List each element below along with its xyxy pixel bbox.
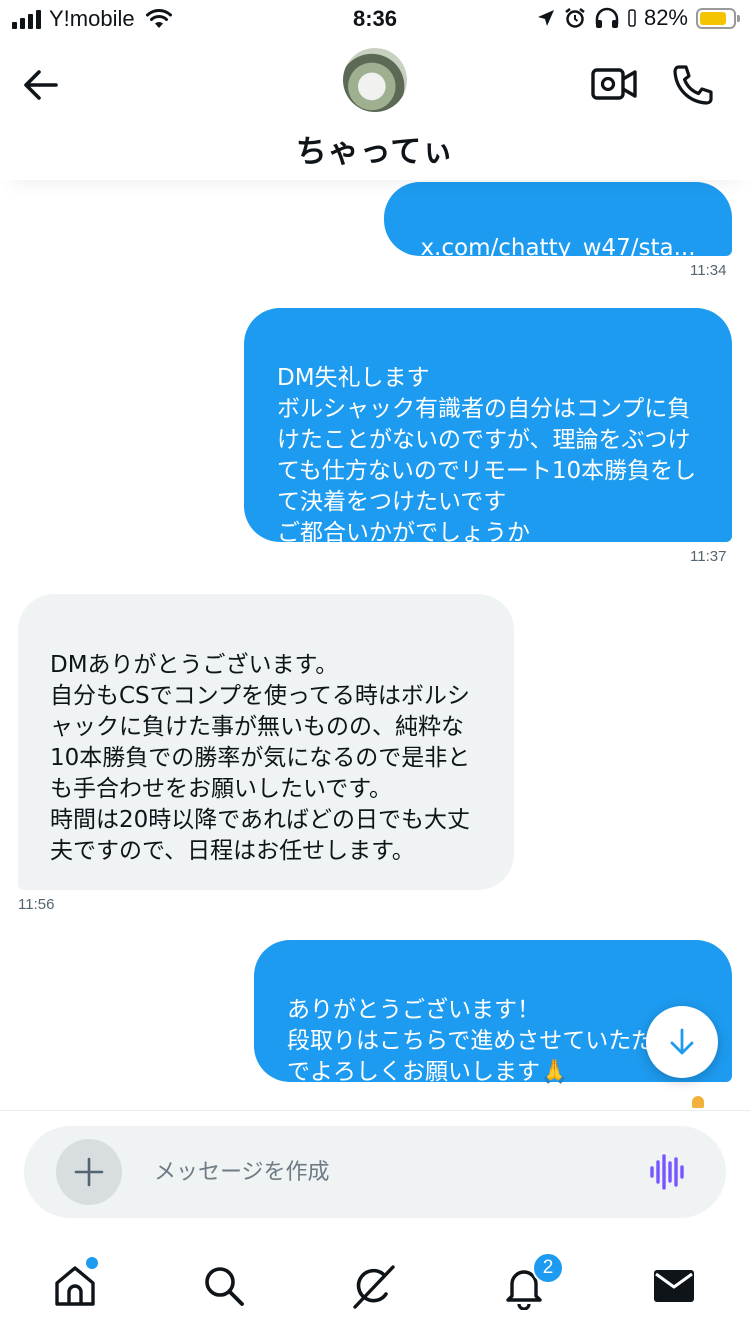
message-text: DM失礼します ボルシャック有識者の自分はコンプに負けたことがないのですが、理論… xyxy=(277,365,697,546)
location-arrow-icon xyxy=(537,10,554,26)
tab-search[interactable] xyxy=(196,1258,252,1314)
phone-icon[interactable] xyxy=(670,62,716,108)
message-input[interactable] xyxy=(154,1154,624,1190)
battery-percent: 82% xyxy=(643,5,688,30)
charging-indicator-icon xyxy=(628,9,636,27)
home-unread-dot xyxy=(84,1255,100,1271)
plus-icon xyxy=(74,1157,104,1187)
message-link[interactable]: x.com/chatty_w47/sta... xyxy=(420,235,695,261)
battery-icon xyxy=(696,7,740,29)
contact-name[interactable]: ちゃってぃ xyxy=(0,126,750,171)
avatar[interactable] xyxy=(343,48,407,112)
message-bubble-outgoing[interactable]: DM失礼します ボルシャック有識者の自分はコンプに負けたことがないのですが、理論… xyxy=(244,308,732,546)
scroll-to-bottom-button[interactable] xyxy=(646,1006,718,1078)
status-bar: Y!mobile 8:36 82% xyxy=(0,0,750,40)
bottom-tab-bar xyxy=(0,1240,750,1334)
message-text: ありがとうございます！ 段取りはこちらで進めさせていただくのでよろしくお願いしま… xyxy=(287,997,701,1085)
video-camera-icon[interactable] xyxy=(590,64,638,104)
tab-grok[interactable] xyxy=(346,1258,402,1314)
message-timestamp: 11:37 xyxy=(690,548,727,565)
search-icon xyxy=(205,1267,244,1306)
add-attachment-button[interactable] xyxy=(56,1139,122,1205)
alarm-icon xyxy=(565,8,585,28)
status-right: 82% xyxy=(536,5,740,31)
back-arrow-icon[interactable] xyxy=(18,62,64,108)
notification-count-badge: 2 xyxy=(532,1252,564,1284)
message-bubble-outgoing-link[interactable]: x.com/chatty_w47/sta... xyxy=(384,182,732,261)
message-composer xyxy=(24,1126,726,1218)
tab-messages[interactable] xyxy=(646,1258,702,1314)
message-bubble-incoming[interactable]: DMありがとうございます。 自分もCSでコンプを使ってる時はボルシャックに負けた… xyxy=(18,594,514,890)
conversation-header: ちゃってぃ xyxy=(0,40,750,180)
battery-fill xyxy=(700,11,727,25)
message-timestamp: 11:34 xyxy=(690,262,727,279)
reaction-emoji-peek xyxy=(692,1096,704,1108)
composer-divider xyxy=(0,1110,750,1111)
message-timestamp: 11:56 xyxy=(18,896,55,913)
grok-icon xyxy=(353,1265,395,1309)
messages-icon xyxy=(654,1270,694,1302)
voice-message-icon[interactable] xyxy=(648,1152,688,1192)
message-text: DMありがとうございます。 自分もCSでコンプを使ってる時はボルシャックに負けた… xyxy=(50,652,471,864)
arrow-down-icon xyxy=(670,1028,694,1055)
headphones-icon xyxy=(595,7,619,28)
